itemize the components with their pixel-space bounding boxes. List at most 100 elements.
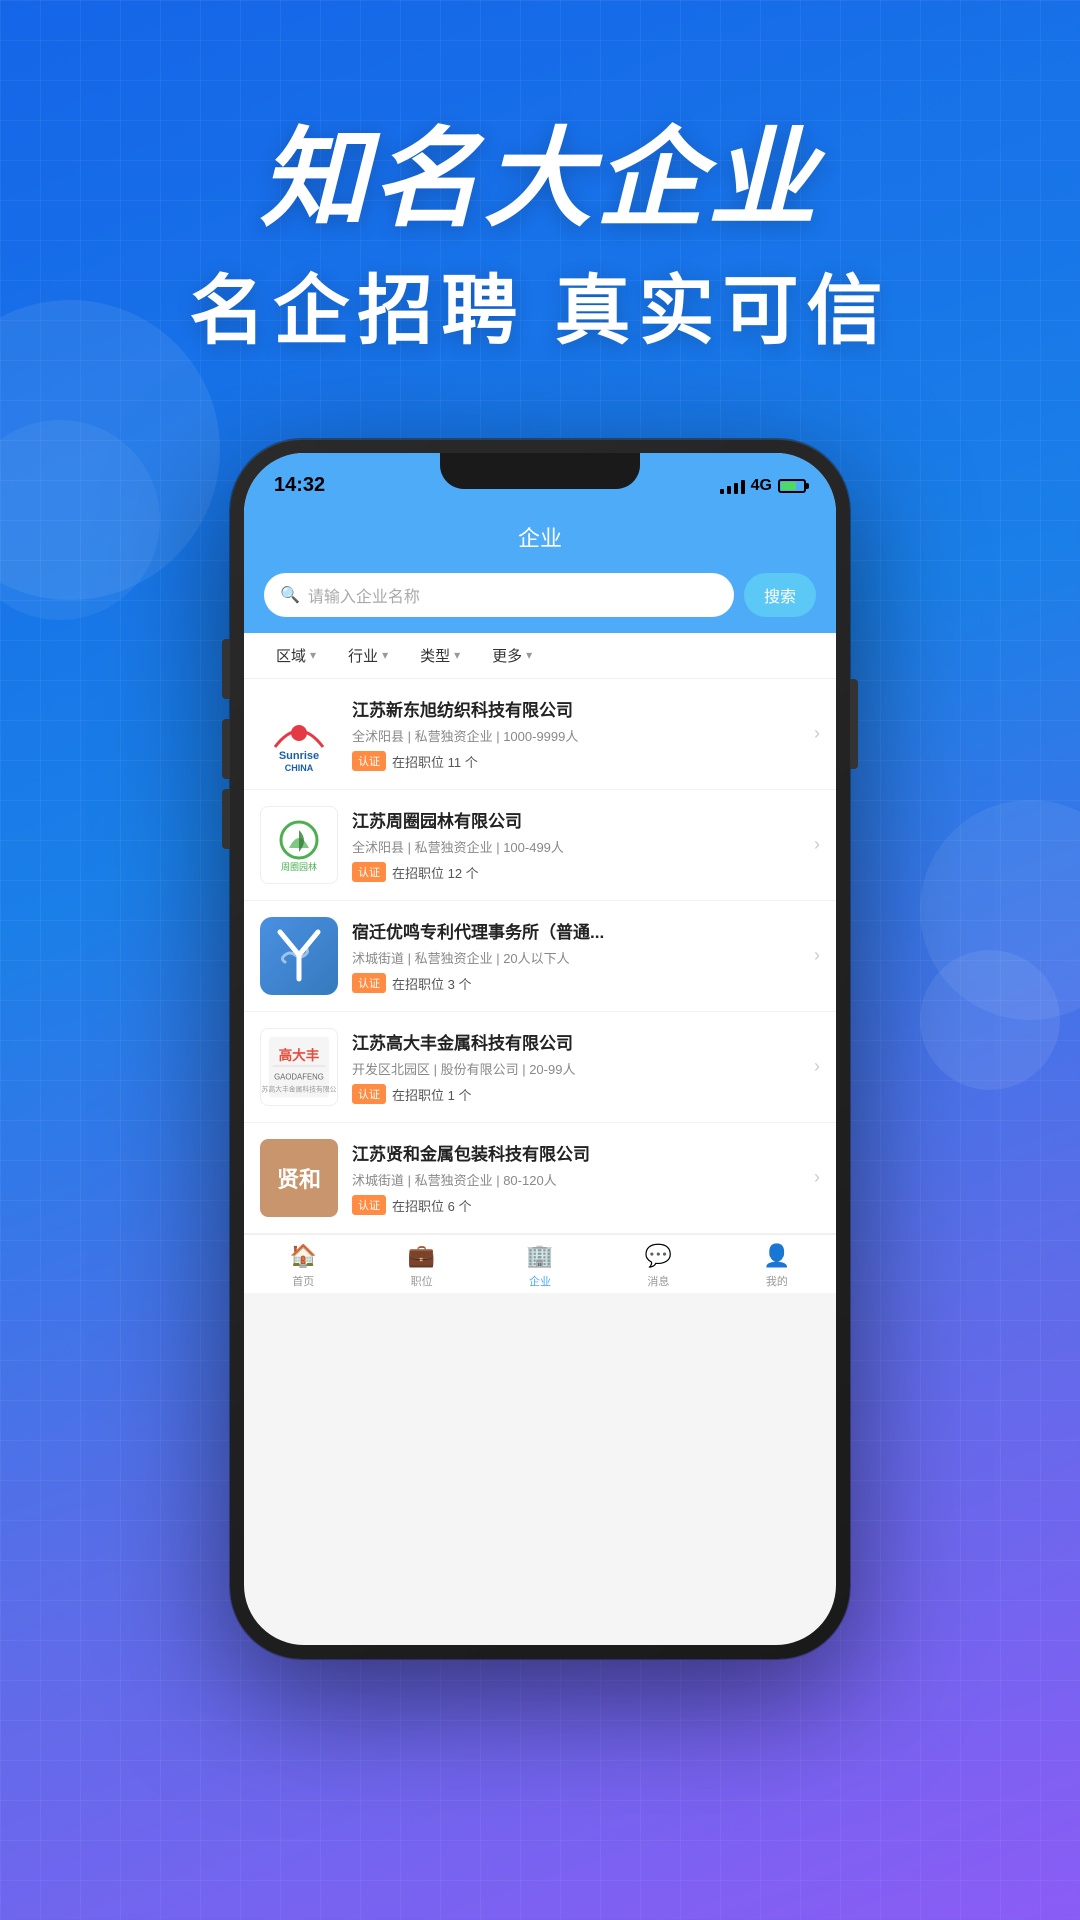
chevron-right-icon: › xyxy=(814,945,820,966)
nav-company-label: 企业 xyxy=(529,1273,551,1289)
chevron-down-icon: ▾ xyxy=(526,648,532,662)
phone-outer: 14:32 4G 企业 🔍 xyxy=(230,439,850,1659)
phone-inner: 14:32 4G 企业 🔍 xyxy=(244,453,836,1645)
filter-type[interactable]: 类型 ▾ xyxy=(404,645,476,666)
battery-icon xyxy=(778,479,806,493)
company-logo: 周圈园林 xyxy=(260,806,338,884)
home-icon: 🏠 xyxy=(290,1243,317,1269)
jobs-count: 在招职位 6 个 xyxy=(392,1196,471,1215)
filter-bar: 区域 ▾ 行业 ▾ 类型 ▾ 更多 ▾ xyxy=(244,633,836,679)
nav-messages[interactable]: 💬 消息 xyxy=(599,1243,717,1289)
header-section: 知名大企业 名企招聘 真实可信 xyxy=(0,0,1080,359)
svg-text:CHINA: CHINA xyxy=(285,763,314,773)
list-item[interactable]: 周圈园林 江苏周圈园林有限公司 全沭阳县 | 私营独资企业 | 100-499人… xyxy=(244,790,836,901)
header-subtitle: 名企招聘 真实可信 xyxy=(0,249,1080,359)
auth-badge: 认证 xyxy=(352,751,386,771)
company-icon: 🏢 xyxy=(526,1243,553,1269)
company-info: 江苏周圈园林有限公司 全沭阳县 | 私营独资企业 | 100-499人 认证 在… xyxy=(352,807,800,882)
auth-badge: 认证 xyxy=(352,862,386,882)
company-meta: 沭城街道 | 私营独资企业 | 80-120人 xyxy=(352,1170,800,1189)
bottom-nav: 🏠 首页 💼 职位 🏢 企业 💬 消息 👤 我的 xyxy=(244,1234,836,1293)
chevron-down-icon: ▾ xyxy=(382,648,388,662)
svg-text:江苏高大丰金属科技有限公司: 江苏高大丰金属科技有限公司 xyxy=(260,1084,338,1093)
svg-text:GAODAFENG: GAODAFENG xyxy=(274,1072,324,1081)
company-list: Sunrise CHINA 江苏新东旭纺织科技有限公司 全沭阳县 | 私营独资企… xyxy=(244,679,836,1234)
chevron-right-icon: › xyxy=(814,834,820,855)
chevron-down-icon: ▾ xyxy=(310,648,316,662)
list-item[interactable]: Sunrise CHINA 江苏新东旭纺织科技有限公司 全沭阳县 | 私营独资企… xyxy=(244,679,836,790)
profile-icon: 👤 xyxy=(763,1243,790,1269)
jobs-count: 在招职位 3 个 xyxy=(392,974,471,993)
company-logo: 高大丰 GAODAFENG 江苏高大丰金属科技有限公司 xyxy=(260,1028,338,1106)
search-button[interactable]: 搜索 xyxy=(744,573,816,617)
svg-text:高大丰: 高大丰 xyxy=(279,1047,320,1063)
signal-icon xyxy=(720,478,745,494)
company-name: 江苏贤和金属包装科技有限公司 xyxy=(352,1140,800,1165)
company-meta: 全沭阳县 | 私营独资企业 | 100-499人 xyxy=(352,837,800,856)
phone-notch xyxy=(440,453,640,489)
filter-type-label: 类型 xyxy=(420,645,450,666)
status-icons: 4G xyxy=(720,477,806,495)
company-meta: 全沭阳县 | 私营独资企业 | 1000-9999人 xyxy=(352,726,800,745)
status-time: 14:32 xyxy=(274,474,325,497)
svg-text:Sunrise: Sunrise xyxy=(279,750,319,762)
nav-jobs[interactable]: 💼 职位 xyxy=(362,1243,480,1289)
company-name: 江苏高大丰金属科技有限公司 xyxy=(352,1029,800,1054)
app-header: 企业 xyxy=(244,505,836,573)
svg-text:周圈园林: 周圈园林 xyxy=(281,861,317,872)
jobs-count: 在招职位 1 个 xyxy=(392,1085,471,1104)
company-tags: 认证 在招职位 1 个 xyxy=(352,1084,800,1104)
auth-badge: 认证 xyxy=(352,1084,386,1104)
auth-badge: 认证 xyxy=(352,973,386,993)
company-name: 宿迁优鸣专利代理事务所（普通... xyxy=(352,918,800,943)
company-name: 江苏周圈园林有限公司 xyxy=(352,807,800,832)
company-info: 江苏新东旭纺织科技有限公司 全沭阳县 | 私营独资企业 | 1000-9999人… xyxy=(352,696,800,771)
search-placeholder: 请输入企业名称 xyxy=(308,583,420,607)
nav-jobs-label: 职位 xyxy=(411,1273,433,1289)
filter-industry-label: 行业 xyxy=(348,645,378,666)
messages-icon: 💬 xyxy=(645,1243,672,1269)
search-input-wrapper[interactable]: 🔍 请输入企业名称 xyxy=(264,573,734,617)
company-tags: 认证 在招职位 11 个 xyxy=(352,751,800,771)
filter-area-label: 区域 xyxy=(276,645,306,666)
jobs-count: 在招职位 12 个 xyxy=(392,863,479,882)
company-info: 江苏高大丰金属科技有限公司 开发区北园区 | 股份有限公司 | 20-99人 认… xyxy=(352,1029,800,1104)
auth-badge: 认证 xyxy=(352,1195,386,1215)
nav-messages-label: 消息 xyxy=(647,1273,669,1289)
filter-area[interactable]: 区域 ▾ xyxy=(260,645,332,666)
nav-company[interactable]: 🏢 企业 xyxy=(481,1243,599,1289)
header-title: 知名大企业 xyxy=(0,120,1080,239)
phone-mockup: 14:32 4G 企业 🔍 xyxy=(0,439,1080,1659)
list-item[interactable]: 高大丰 GAODAFENG 江苏高大丰金属科技有限公司 江苏高大丰金属科技有限公… xyxy=(244,1012,836,1123)
filter-more[interactable]: 更多 ▾ xyxy=(476,645,548,666)
xh-logo: 贤和 xyxy=(260,1139,338,1217)
nav-profile[interactable]: 👤 我的 xyxy=(718,1243,836,1289)
nav-home[interactable]: 🏠 首页 xyxy=(244,1243,362,1289)
company-tags: 认证 在招职位 12 个 xyxy=(352,862,800,882)
search-section: 🔍 请输入企业名称 搜索 xyxy=(244,573,836,633)
chevron-right-icon: › xyxy=(814,1167,820,1188)
network-type: 4G xyxy=(751,477,772,495)
search-bar: 🔍 请输入企业名称 搜索 xyxy=(264,573,816,617)
company-logo: Sunrise CHINA xyxy=(260,695,338,773)
list-item[interactable]: 贤和 江苏贤和金属包装科技有限公司 沭城街道 | 私营独资企业 | 80-120… xyxy=(244,1123,836,1234)
chevron-right-icon: › xyxy=(814,1056,820,1077)
app-title: 企业 xyxy=(518,526,562,551)
chevron-right-icon: › xyxy=(814,723,820,744)
filter-more-label: 更多 xyxy=(492,645,522,666)
battery-fill xyxy=(781,482,796,490)
company-info: 宿迁优鸣专利代理事务所（普通... 沭城街道 | 私营独资企业 | 20人以下人… xyxy=(352,918,800,993)
company-tags: 认证 在招职位 3 个 xyxy=(352,973,800,993)
list-item[interactable]: 宿迁优鸣专利代理事务所（普通... 沭城街道 | 私营独资企业 | 20人以下人… xyxy=(244,901,836,1012)
chevron-down-icon: ▾ xyxy=(454,648,460,662)
jobs-count: 在招职位 11 个 xyxy=(392,752,478,771)
nav-profile-label: 我的 xyxy=(766,1273,788,1289)
company-logo: 贤和 xyxy=(260,1139,338,1217)
company-meta: 沭城街道 | 私营独资企业 | 20人以下人 xyxy=(352,948,800,967)
filter-industry[interactable]: 行业 ▾ xyxy=(332,645,404,666)
company-name: 江苏新东旭纺织科技有限公司 xyxy=(352,696,800,721)
company-meta: 开发区北园区 | 股份有限公司 | 20-99人 xyxy=(352,1059,800,1078)
search-icon: 🔍 xyxy=(280,585,300,605)
company-tags: 认证 在招职位 6 个 xyxy=(352,1195,800,1215)
company-info: 江苏贤和金属包装科技有限公司 沭城街道 | 私营独资企业 | 80-120人 认… xyxy=(352,1140,800,1215)
